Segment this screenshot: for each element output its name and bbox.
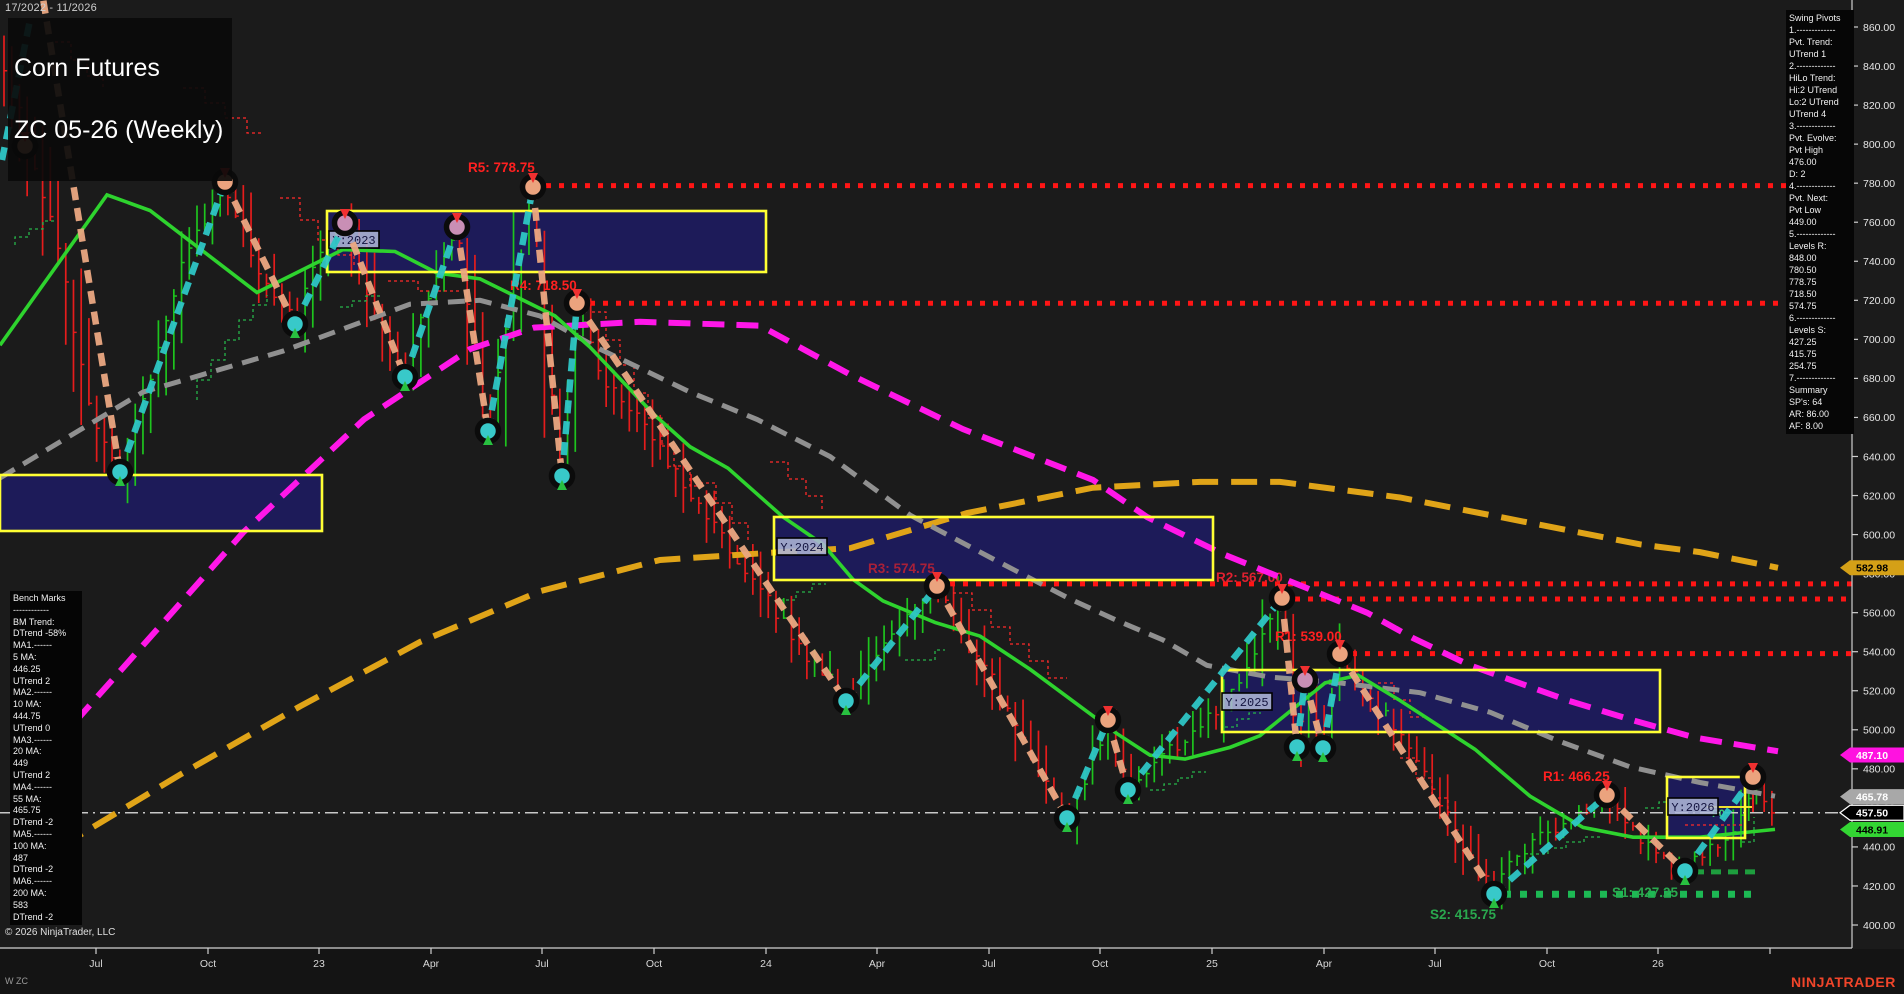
price-tick-label: 820.00 [1863, 100, 1895, 112]
price-marker-value: 465.78 [1856, 791, 1888, 803]
stop-steps-layer [14, 41, 1755, 860]
price-tick-label: 660.00 [1863, 412, 1895, 424]
time-tick-label: Apr [423, 958, 440, 970]
level-label: R5: 778.75 [468, 160, 535, 175]
time-tick-label: Apr [1316, 958, 1333, 970]
downswing-line [574, 301, 849, 703]
price-tick-label: 740.00 [1863, 256, 1895, 268]
price-tick-label: 860.00 [1863, 22, 1895, 34]
price-chart[interactable]: R5: 778.75R4: 718.50R3: 574.75R2: 567.00… [0, 0, 1904, 994]
price-tick-label: 540.00 [1863, 647, 1895, 659]
date-range-label: 17/2022 - 11/2026 [5, 2, 97, 14]
time-tick-label: Oct [1092, 958, 1108, 970]
year-zone-fill [774, 517, 1213, 580]
time-axis-bg [0, 949, 1904, 994]
year-zones-layer [0, 211, 1745, 838]
year-zone-fill [327, 211, 766, 272]
price-tick-label: 440.00 [1863, 842, 1895, 854]
time-tick-label: 24 [760, 958, 772, 970]
time-tick-label: Jul [1428, 958, 1441, 970]
red-stop-steps [592, 311, 706, 487]
time-axis[interactable]: Jul Oct 23 Apr Jul Oct 24 Apr Jul Oct 25 Apr Jul Oct 2… [0, 947, 1904, 994]
price-tick-label: 760.00 [1863, 217, 1895, 229]
contract-name: ZC 05-26 (Weekly) [14, 116, 224, 144]
upswing-line [1064, 718, 1111, 820]
downswing-line [934, 584, 1070, 820]
instrument-tag: W ZC [5, 976, 28, 986]
level-label: S1: 427.25 [1612, 885, 1679, 900]
green-stop-steps [1150, 771, 1206, 791]
swing-pivots-panel: Swing Pivots 1.------------- Pvt. Trend:… [1786, 10, 1854, 434]
level-label: S2: 415.75 [1430, 907, 1497, 922]
green-stop-steps [905, 649, 945, 661]
year-zone-label: Y:2026 [1671, 801, 1714, 815]
ninjatrader-logo: NINJATRADER [1791, 974, 1896, 990]
price-tick-label: 620.00 [1863, 490, 1895, 502]
price-tick-label: 480.00 [1863, 764, 1895, 776]
price-tick-label: 800.00 [1863, 139, 1895, 151]
downswing-line [222, 180, 298, 326]
green-stop-steps [780, 583, 826, 601]
price-marker-value: 457.50 [1856, 808, 1888, 820]
price-tick-label: 400.00 [1863, 920, 1895, 932]
time-tick-label: 25 [1206, 958, 1218, 970]
price-tick-label: 840.00 [1863, 61, 1895, 73]
red-stop-steps [388, 280, 460, 292]
price-tick-label: 520.00 [1863, 686, 1895, 698]
time-tick-label: 23 [313, 958, 325, 970]
chart-window: R5: 778.75 R4: 718.50 R3: 574.75 R2: 567.00… [0, 0, 1904, 994]
swing-zigzag-layer [0, 0, 1756, 897]
green-stop-steps [196, 295, 268, 400]
price-marker-value: 487.10 [1856, 750, 1888, 762]
time-tick-label: Jul [982, 958, 995, 970]
red-stop-steps [770, 461, 823, 510]
time-tick-label: 26 [1652, 958, 1664, 970]
time-tick-label: Jul [535, 958, 548, 970]
year-zone-fill [0, 475, 322, 531]
green-stop-steps [14, 220, 57, 245]
chart-title-box: Corn Futures ZC 05-26 (Weekly) [8, 18, 232, 181]
time-tick-label: Oct [200, 958, 216, 970]
price-tick-label: 680.00 [1863, 373, 1895, 385]
green-stop-steps [1645, 801, 1669, 809]
time-tick-label: Oct [646, 958, 662, 970]
red-stop-steps [953, 592, 1067, 679]
price-tick-label: 420.00 [1863, 881, 1895, 893]
price-tick-label: 600.00 [1863, 529, 1895, 541]
instrument-name: Corn Futures [14, 54, 160, 82]
bench-marks-panel: Bench Marks ------------ BM Trend: DTren… [10, 591, 82, 926]
price-tick-label: 640.00 [1863, 451, 1895, 463]
price-tick-label: 560.00 [1863, 607, 1895, 619]
year-zone-label: Y:2025 [1225, 696, 1268, 710]
price-marker-value: 582.98 [1856, 563, 1888, 575]
price-tick-label: 500.00 [1863, 725, 1895, 737]
level-label: R1: 466.25 [1543, 769, 1610, 784]
price-tick-label: 700.00 [1863, 334, 1895, 346]
time-tick-label: Jul [89, 958, 102, 970]
price-marker-value: 448.91 [1856, 824, 1888, 836]
price-tick-label: 720.00 [1863, 295, 1895, 307]
year-zone-label: Y:2024 [780, 541, 823, 555]
time-tick-label: Oct [1539, 958, 1555, 970]
level-label: R3: 574.75 [868, 561, 935, 576]
price-tick-label: 780.00 [1863, 178, 1895, 190]
copyright-label: © 2026 NinjaTrader, LLC [5, 927, 116, 938]
time-tick-label: Apr [869, 958, 886, 970]
